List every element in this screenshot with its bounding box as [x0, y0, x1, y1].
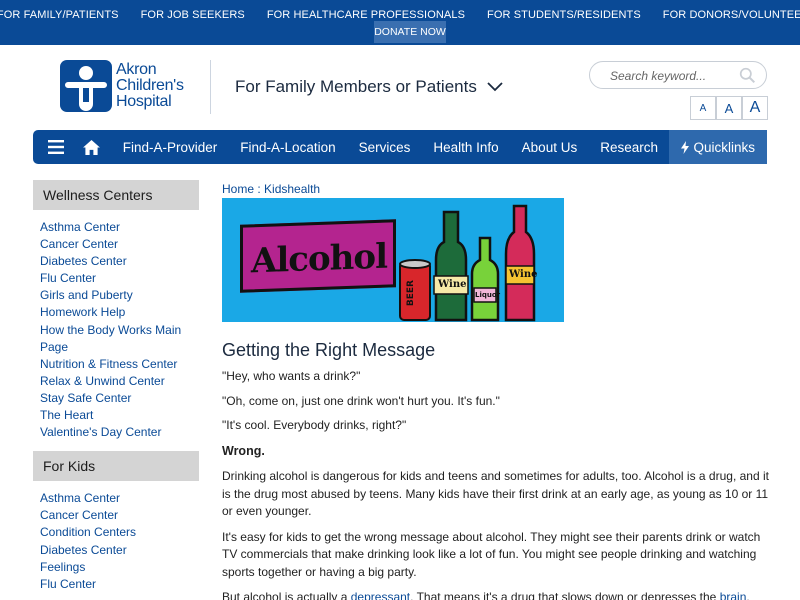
nav-find-a-provider[interactable]: Find-A-Provider: [111, 130, 229, 164]
sidebar-heading-for-kids: For Kids: [33, 451, 199, 482]
article-paragraph: It's easy for kids to get the wrong mess…: [222, 529, 761, 579]
sidebar-link[interactable]: Valentine's Day Center: [40, 424, 199, 441]
banner-wine-label-1: Wine: [438, 279, 467, 290]
sidebar-link[interactable]: Cancer Center: [40, 507, 199, 524]
home-button[interactable]: [80, 130, 103, 164]
audience-selector[interactable]: For Family Members or Patients: [235, 77, 503, 97]
banner-beer-label: BEER: [406, 280, 416, 307]
sidebar-link[interactable]: Flu Center: [40, 576, 199, 593]
sidebar-link[interactable]: Cancer Center: [40, 236, 199, 253]
audience-label: For Family Members or Patients: [235, 77, 477, 96]
utility-link-label: FOR STUDENTS/RESIDENTS: [487, 9, 641, 21]
nav-research[interactable]: Research: [589, 130, 670, 164]
breadcrumb-kidshealth-link[interactable]: Kidshealth: [264, 182, 320, 196]
utility-link-students-residents[interactable]: FOR STUDENTS/RESIDENTS: [476, 9, 652, 21]
sidebar-link[interactable]: Feelings: [40, 559, 199, 576]
nav-about-us[interactable]: About Us: [510, 130, 589, 164]
article-quote: "Oh, come on, just one drink won't hurt …: [222, 393, 500, 408]
main-nav: Find-A-Provider Find-A-Location Services…: [33, 130, 767, 164]
depressant-link[interactable]: depressant: [351, 590, 410, 600]
header-divider: [210, 60, 211, 114]
utility-link-job-seekers[interactable]: FOR JOB SEEKERS: [130, 9, 256, 21]
search-box[interactable]: [589, 61, 767, 89]
nav-find-a-location[interactable]: Find-A-Location: [229, 130, 347, 164]
utility-link-label: FOR HEALTHCARE PROFESSIONALS: [266, 9, 466, 21]
article-paragraph: Drinking alcohol is dangerous for kids a…: [222, 469, 769, 518]
article-emphasis: Wrong.: [222, 443, 265, 458]
sidebar-link[interactable]: Relax & Unwind Center: [40, 373, 199, 390]
sidebar-link[interactable]: Asthma Center: [40, 490, 199, 507]
sidebar-link[interactable]: Girls and Puberty: [40, 287, 199, 304]
utility-bar: FOR FAMILY/PATIENTS FOR JOB SEEKERS FOR …: [0, 0, 800, 45]
main-content: Home : Kidshealth Alcohol BEER Wine Liqu…: [222, 180, 770, 600]
breadcrumb: Home : Kidshealth: [222, 182, 770, 196]
breadcrumb-separator: :: [254, 182, 265, 196]
article-title: Getting the Right Message: [222, 340, 436, 360]
chevron-down-icon: [487, 82, 503, 92]
brain-link[interactable]: brain: [720, 590, 747, 600]
sidebar-link[interactable]: How the Body Works Main Page: [40, 322, 199, 356]
nav-quicklinks[interactable]: Quicklinks: [669, 130, 767, 164]
menu-icon: [48, 140, 65, 154]
sidebar-link[interactable]: Nutrition & Fitness Center: [40, 356, 199, 373]
nav-health-info[interactable]: Health Info: [422, 130, 510, 164]
banner-wine-label-2: Wine: [509, 269, 538, 280]
utility-link-healthcare-professionals[interactable]: FOR HEALTHCARE PROFESSIONALS: [256, 9, 476, 21]
sidebar-link[interactable]: Stay Safe Center: [40, 390, 199, 407]
sidebar-link[interactable]: Homework Help: [40, 304, 199, 321]
article-banner-image: Alcohol BEER Wine Liquor Wine: [222, 198, 564, 322]
sidebar-heading-wellness-centers: Wellness Centers: [33, 180, 199, 210]
home-icon: [83, 139, 101, 155]
menu-button[interactable]: [33, 130, 80, 164]
sidebar-link[interactable]: Diabetes Center: [40, 542, 199, 559]
sidebar-link[interactable]: Asthma Center: [40, 219, 199, 236]
lightning-icon: [681, 140, 690, 154]
donate-now-button[interactable]: DONATE NOW: [374, 21, 446, 43]
sidebar-link[interactable]: The Heart: [40, 407, 199, 424]
article-quote: "It's cool. Everybody drinks, right?": [222, 418, 407, 432]
breadcrumb-home-link[interactable]: Home: [222, 182, 254, 196]
sidebar-link[interactable]: Flu Center: [40, 270, 199, 287]
sidebar: Wellness Centers Asthma Center Cancer Ce…: [33, 180, 199, 600]
sidebar-link[interactable]: Condition Centers: [40, 524, 199, 541]
text-size-medium-button[interactable]: A: [716, 96, 742, 120]
nav-services[interactable]: Services: [347, 130, 422, 164]
article-paragraph: But alcohol is actually a depressant. Th…: [222, 589, 770, 600]
logo-wordmark: Akron Children's Hospital: [116, 61, 184, 110]
text-size-controls: A A A: [690, 96, 768, 120]
bottles-illustration: [399, 204, 536, 322]
hospital-logo[interactable]: Akron Children's Hospital: [60, 60, 184, 112]
article-quote: "Hey, who wants a drink?": [222, 369, 361, 383]
utility-link-label: FOR DONORS/VOLUNTEERS: [662, 9, 800, 21]
sidebar-link[interactable]: Diabetes Center: [40, 253, 199, 270]
text-size-large-button[interactable]: A: [742, 96, 768, 120]
utility-link-family-patients[interactable]: FOR FAMILY/PATIENTS: [0, 9, 130, 21]
banner-liquor-label: Liquor: [475, 291, 501, 299]
search-icon[interactable]: [739, 67, 756, 84]
quicklinks-label: Quicklinks: [693, 139, 755, 155]
utility-link-label: FOR FAMILY/PATIENTS: [0, 9, 119, 21]
for-kids-list: Asthma Center Cancer Center Condition Ce…: [33, 481, 199, 600]
search-input[interactable]: [610, 67, 730, 85]
text-size-small-button[interactable]: A: [690, 96, 716, 120]
logo-mark-icon: [60, 60, 112, 112]
wellness-centers-list: Asthma Center Cancer Center Diabetes Cen…: [33, 210, 199, 451]
utility-link-label: FOR JOB SEEKERS: [140, 9, 245, 21]
utility-link-donors-volunteers[interactable]: FOR DONORS/VOLUNTEERS: [652, 9, 800, 21]
utility-links: FOR FAMILY/PATIENTS FOR JOB SEEKERS FOR …: [0, 9, 800, 21]
